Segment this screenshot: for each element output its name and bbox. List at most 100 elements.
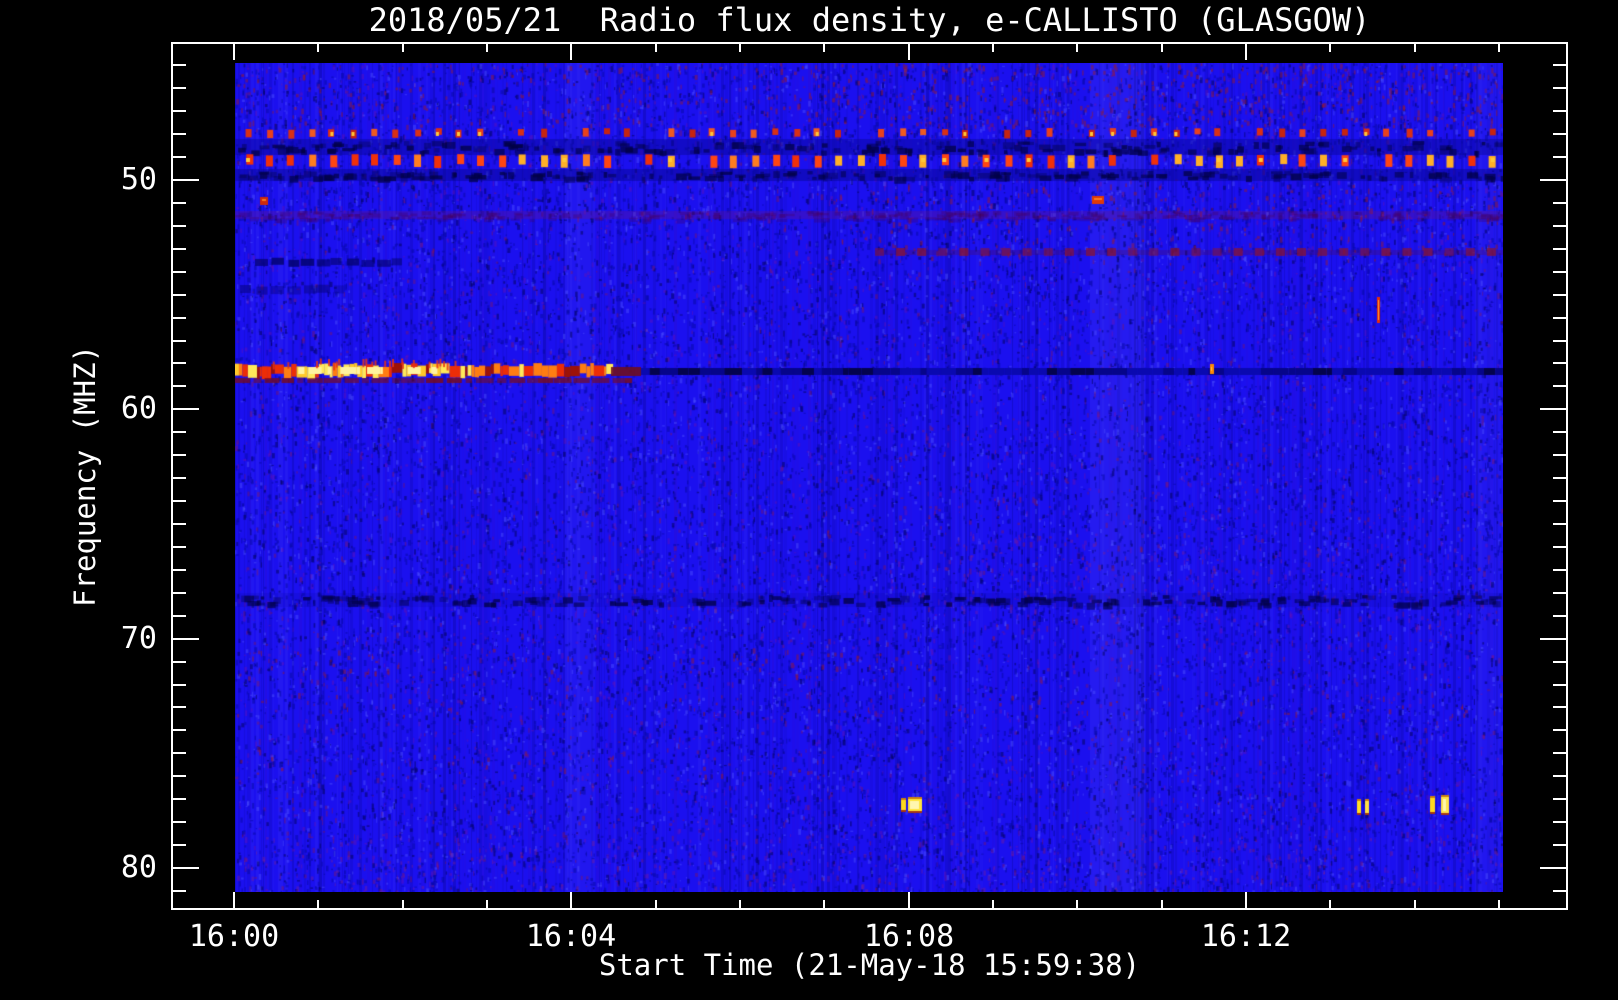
y-tick-minor bbox=[173, 684, 186, 686]
x-tick-major-top bbox=[233, 44, 235, 60]
y-tick-minor-right bbox=[1553, 362, 1566, 364]
y-tick-minor bbox=[173, 271, 186, 273]
x-tick-minor-top bbox=[1498, 44, 1500, 52]
y-tick-minor bbox=[173, 661, 186, 663]
y-tick-minor-right bbox=[1553, 271, 1566, 273]
y-axis-title-text: Frequency (MHZ) bbox=[68, 345, 102, 607]
y-tick-minor-right bbox=[1553, 385, 1566, 387]
x-tick-minor bbox=[317, 900, 319, 908]
y-tick-minor bbox=[173, 133, 186, 135]
y-tick-minor-right bbox=[1553, 477, 1566, 479]
spectrogram-image bbox=[235, 63, 1503, 892]
y-tick-minor bbox=[173, 706, 186, 708]
x-tick-minor bbox=[823, 900, 825, 908]
y-tick-major-right bbox=[1540, 867, 1566, 869]
y-tick-minor bbox=[173, 821, 186, 823]
y-tick-minor bbox=[173, 477, 186, 479]
x-tick-minor-top bbox=[1161, 44, 1163, 52]
x-tick-minor-top bbox=[1414, 44, 1416, 52]
x-axis-title: Start Time (21-May-18 15:59:38) bbox=[598, 948, 1141, 982]
x-tick-minor bbox=[739, 900, 741, 908]
y-tick-minor-right bbox=[1553, 592, 1566, 594]
y-tick-minor bbox=[173, 729, 186, 731]
y-tick-minor bbox=[173, 775, 186, 777]
y-tick-minor bbox=[173, 225, 186, 227]
y-tick-minor-right bbox=[1553, 248, 1566, 250]
x-tick-major bbox=[908, 892, 910, 908]
x-tick-major bbox=[1245, 892, 1247, 908]
y-tick-minor bbox=[173, 844, 186, 846]
y-tick-minor bbox=[173, 248, 186, 250]
x-tick-minor bbox=[1498, 900, 1500, 908]
y-tick-minor bbox=[173, 752, 186, 754]
x-tick-minor bbox=[655, 900, 657, 908]
x-tick-major-top bbox=[1245, 44, 1247, 60]
y-tick-minor bbox=[173, 294, 186, 296]
y-tick-minor bbox=[173, 362, 186, 364]
y-tick-minor-right bbox=[1553, 340, 1566, 342]
y-tick-minor-right bbox=[1553, 523, 1566, 525]
x-tick-minor-top bbox=[823, 44, 825, 52]
y-tick-major bbox=[173, 179, 199, 181]
y-tick-minor-right bbox=[1553, 317, 1566, 319]
y-tick-minor bbox=[173, 340, 186, 342]
y-tick-minor-right bbox=[1553, 798, 1566, 800]
x-tick-major-top bbox=[908, 44, 910, 60]
y-tick-minor bbox=[173, 156, 186, 158]
y-tick-major bbox=[173, 867, 199, 869]
y-tick-minor bbox=[173, 431, 186, 433]
x-tick-minor-top bbox=[402, 44, 404, 52]
x-tick-minor bbox=[1161, 900, 1163, 908]
y-tick-minor-right bbox=[1553, 890, 1566, 892]
y-tick-minor-right bbox=[1553, 546, 1566, 548]
y-tick-major-right bbox=[1540, 638, 1566, 640]
y-tick-minor-right bbox=[1553, 500, 1566, 502]
y-tick-minor bbox=[173, 202, 186, 204]
y-tick-minor-right bbox=[1553, 156, 1566, 158]
y-tick-major bbox=[173, 638, 199, 640]
y-tick-minor-right bbox=[1553, 110, 1566, 112]
y-tick-minor-right bbox=[1553, 64, 1566, 66]
y-tick-minor bbox=[173, 592, 186, 594]
x-tick-minor-top bbox=[739, 44, 741, 52]
x-tick-minor bbox=[1329, 900, 1331, 908]
y-tick-minor bbox=[173, 385, 186, 387]
y-tick-minor bbox=[173, 798, 186, 800]
x-tick-minor-top bbox=[1329, 44, 1331, 52]
y-tick-minor-right bbox=[1553, 294, 1566, 296]
y-tick-minor bbox=[173, 615, 186, 617]
y-tick-minor-right bbox=[1553, 684, 1566, 686]
y-tick-minor-right bbox=[1553, 431, 1566, 433]
x-tick-minor bbox=[1076, 900, 1078, 908]
x-tick-minor-top bbox=[486, 44, 488, 52]
y-tick-minor-right bbox=[1553, 225, 1566, 227]
x-tick-minor-top bbox=[317, 44, 319, 52]
x-tick-major-top bbox=[570, 44, 572, 60]
y-tick-minor-right bbox=[1553, 87, 1566, 89]
x-tick-major bbox=[233, 892, 235, 908]
y-tick-minor-right bbox=[1553, 454, 1566, 456]
chart-title: 2018/05/21 Radio flux density, e-CALLIST… bbox=[368, 1, 1371, 39]
y-tick-minor bbox=[173, 569, 186, 571]
x-tick-minor-top bbox=[1076, 44, 1078, 52]
y-tick-minor-right bbox=[1553, 844, 1566, 846]
x-tick-minor-top bbox=[655, 44, 657, 52]
y-tick-minor bbox=[173, 64, 186, 66]
y-tick-major-right bbox=[1540, 179, 1566, 181]
y-axis-title: Frequency (MHZ) bbox=[68, 42, 102, 910]
y-tick-minor bbox=[173, 110, 186, 112]
y-tick-minor-right bbox=[1553, 569, 1566, 571]
y-tick-minor-right bbox=[1553, 752, 1566, 754]
y-tick-minor-right bbox=[1553, 821, 1566, 823]
x-tick-minor bbox=[992, 900, 994, 908]
x-tick-minor bbox=[1414, 900, 1416, 908]
y-tick-minor bbox=[173, 87, 186, 89]
y-tick-minor bbox=[173, 523, 186, 525]
y-tick-minor-right bbox=[1553, 775, 1566, 777]
y-tick-minor-right bbox=[1553, 706, 1566, 708]
y-tick-minor bbox=[173, 546, 186, 548]
y-tick-minor-right bbox=[1553, 661, 1566, 663]
y-tick-minor-right bbox=[1553, 615, 1566, 617]
x-tick-major bbox=[570, 892, 572, 908]
y-tick-minor-right bbox=[1553, 202, 1566, 204]
